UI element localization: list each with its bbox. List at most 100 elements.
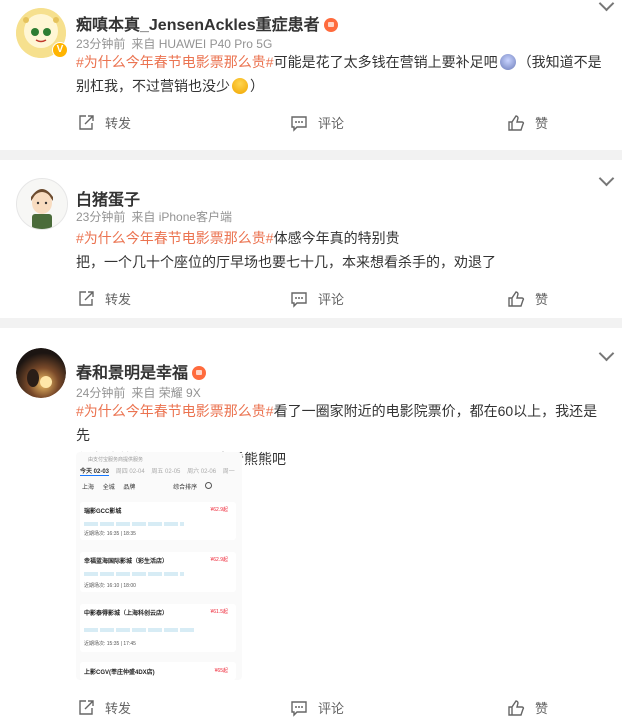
- dizzy-face-emoji-icon: [499, 54, 516, 70]
- thumbs-up-icon: [508, 290, 525, 307]
- username[interactable]: 春和景明是幸福: [76, 365, 188, 382]
- cinema-card: 中影泰得影城（上海科创云店） ¥61.5起 近期场次: 15:35 | 17:4…: [80, 604, 236, 652]
- filter-area: 全城: [102, 485, 115, 491]
- post-time[interactable]: 23分钟前: [76, 37, 125, 51]
- like-label: 赞: [535, 116, 549, 131]
- cinema-name: 幸福蓝海国际影城（彩生活店）: [84, 559, 169, 565]
- attached-image[interactable]: 由支付宝服务商提供服务 今天 02-03 周四 02-04 周五 02-05 周…: [76, 452, 242, 680]
- cinema-name: 中影泰得影城（上海科创云店）: [84, 611, 169, 617]
- post-text-line: （我知道不是: [517, 54, 602, 70]
- verified-badge-icon: V: [52, 42, 68, 58]
- cinema-card: 幸福蓝海国际影城（彩生活店） ¥62.9起 近期场次: 16:10 | 18:0…: [80, 552, 236, 592]
- like-label: 赞: [535, 701, 549, 716]
- cinema-name: 上影CGV(莘庄仲盛4DX店): [84, 670, 155, 676]
- comment-label: 评论: [318, 292, 345, 307]
- repost-button[interactable]: 转发: [77, 113, 131, 132]
- post-source: 来自 荣耀 9X: [131, 386, 201, 400]
- date-tab: 周六 02-06: [187, 469, 217, 475]
- comment-button[interactable]: 评论: [290, 113, 344, 132]
- filter-brand: 品牌: [123, 485, 136, 491]
- cinema-time: 近期场次: 15:35 | 17:45: [84, 641, 136, 647]
- filter-city: 上海: [82, 485, 95, 491]
- comment-icon: [291, 700, 307, 717]
- avatar-image: [16, 348, 66, 398]
- username[interactable]: 痴嗔本真_JensenAckles重症患者: [76, 17, 320, 34]
- comment-button[interactable]: 评论: [290, 289, 344, 308]
- repost-button[interactable]: 转发: [77, 289, 131, 308]
- chevron-down-icon[interactable]: [598, 345, 615, 362]
- date-tab: 今天 02-03: [80, 469, 110, 476]
- post-source: 来自 HUAWEI P40 Pro 5G: [131, 37, 273, 51]
- cinema-price: ¥62.9起: [210, 507, 228, 513]
- like-label: 赞: [535, 292, 549, 307]
- cinema-price: ¥61.5起: [210, 609, 228, 615]
- avatar[interactable]: [16, 348, 66, 398]
- post-text-line: 别杠我，不过营销也没少: [76, 78, 230, 94]
- fan-badge-icon: [192, 366, 207, 380]
- screenshot-date-tabs: 今天 02-03 周四 02-04 周五 02-05 周六 02-06 周一: [80, 466, 240, 476]
- repost-icon: [79, 114, 94, 130]
- filter-sort: 综合排序: [173, 485, 198, 491]
- repost-icon: [79, 290, 94, 306]
- repost-label: 转发: [105, 116, 132, 131]
- repost-label: 转发: [105, 701, 132, 716]
- post-text: #为什么今年春节电影票那么贵#可能是花了太多钱在营销上要补足吧 （我知道不是 别杠…: [76, 50, 606, 98]
- post-1: V 痴嗔本真_JensenAckles重症患者 23分钟前 来自 HUAWEI P…: [0, 0, 622, 150]
- post-text-line: ）: [250, 78, 264, 94]
- action-bar: 转发 评论 赞: [0, 113, 622, 137]
- action-bar: 转发 评论 赞: [0, 289, 622, 313]
- cinema-name: 瑞影GCC影城: [84, 509, 122, 515]
- fan-badge-icon: [323, 18, 338, 32]
- topic-link[interactable]: #为什么今年春节电影票那么贵#: [76, 403, 274, 419]
- shrug-emoji-icon: [232, 78, 248, 94]
- repost-icon: [79, 699, 94, 715]
- cinema-time: 近期场次: 16:35 | 18:35: [84, 531, 136, 537]
- like-button[interactable]: 赞: [507, 698, 548, 717]
- date-tab: 周四 02-04: [115, 469, 145, 475]
- comment-icon: [291, 115, 307, 132]
- comment-button[interactable]: 评论: [290, 698, 344, 717]
- screenshot-header: 由支付宝服务商提供服务: [88, 457, 144, 463]
- chevron-down-icon[interactable]: [598, 170, 615, 187]
- cinema-price: ¥65起: [214, 668, 228, 674]
- comment-icon: [291, 291, 307, 308]
- post-3: 春和景明是幸福 24分钟前 来自 荣耀 9X #为什么今年春节电影票那么贵#看了一…: [0, 328, 622, 726]
- comment-label: 评论: [318, 701, 345, 716]
- post-text-line: 把，一个几十个座位的厅早场也要七十几，本来想看杀手的，劝退了: [76, 254, 496, 270]
- repost-label: 转发: [105, 292, 132, 307]
- cinema-card: 上影CGV(莘庄仲盛4DX店) ¥65起: [80, 662, 236, 680]
- post-text-line: 可能是花了太多钱在营销上要补足吧: [273, 54, 498, 70]
- thumbs-up-icon: [508, 699, 525, 716]
- cinema-tags: [84, 522, 184, 526]
- topic-link[interactable]: #为什么今年春节电影票那么贵#: [76, 230, 274, 246]
- cinema-price: ¥62.9起: [210, 557, 228, 563]
- cinema-tags: [84, 628, 194, 632]
- search-icon: [204, 482, 212, 489]
- action-bar: 转发 评论 赞: [0, 698, 622, 722]
- post-separator: [0, 150, 622, 160]
- post-text-line: 体感今年真的特别贵: [273, 230, 400, 246]
- topic-link[interactable]: #为什么今年春节电影票那么贵#: [76, 54, 274, 70]
- repost-button[interactable]: 转发: [77, 698, 131, 717]
- post-time[interactable]: 23分钟前: [76, 210, 125, 224]
- username[interactable]: 白猪蛋子: [76, 192, 140, 209]
- screenshot-filters: 上海 全城 品牌 综合排序: [82, 482, 238, 491]
- like-button[interactable]: 赞: [507, 289, 548, 308]
- thumbs-up-icon: [508, 114, 525, 131]
- post-time[interactable]: 24分钟前: [76, 386, 125, 400]
- avatar[interactable]: [16, 178, 68, 230]
- post-meta: 23分钟前 来自 iPhone客户端: [76, 208, 232, 225]
- like-button[interactable]: 赞: [507, 113, 548, 132]
- cinema-tags: [84, 572, 184, 576]
- comment-label: 评论: [318, 116, 345, 131]
- post-text: #为什么今年春节电影票那么贵#体感今年真的特别贵 把，一个几十个座位的厅早场也要…: [76, 226, 606, 274]
- post-2: 白猪蛋子 23分钟前 来自 iPhone客户端 #为什么今年春节电影票那么贵#体感…: [0, 160, 622, 318]
- post-source: 来自 iPhone客户端: [131, 210, 233, 224]
- date-tab: 周一: [222, 469, 235, 475]
- avatar-image: [17, 179, 67, 229]
- date-tab: 周五 02-05: [151, 469, 181, 475]
- post-separator: [0, 318, 622, 328]
- chevron-down-icon[interactable]: [598, 0, 615, 12]
- cinema-time: 近期场次: 16:10 | 18:00: [84, 583, 136, 589]
- cinema-card: 瑞影GCC影城 ¥62.9起 近期场次: 16:35 | 18:35: [80, 502, 236, 540]
